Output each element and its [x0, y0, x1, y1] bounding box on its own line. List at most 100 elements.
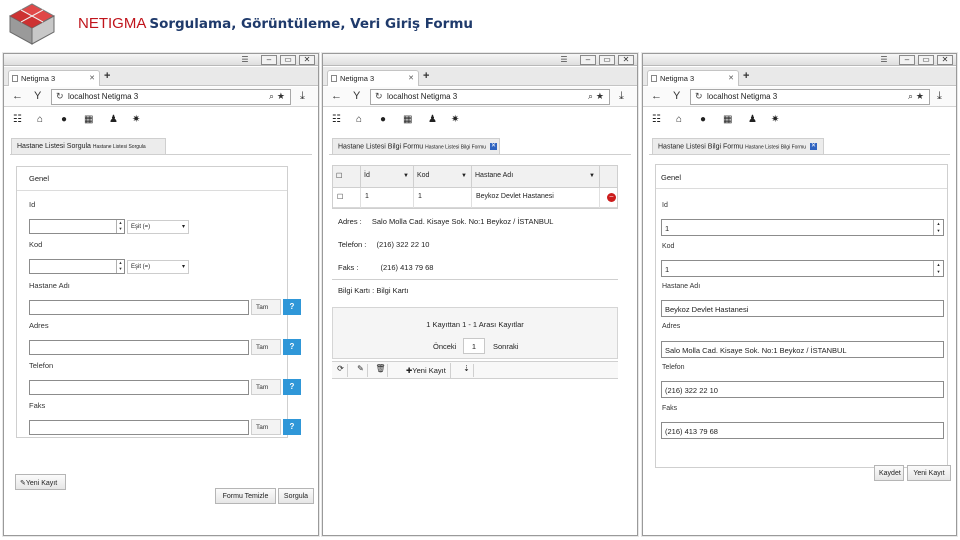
save-button[interactable]: Kaydet — [874, 465, 904, 481]
menu-icon[interactable]: ☰ — [877, 55, 891, 65]
filter-icon[interactable]: Y — [353, 90, 360, 102]
location-pin-icon[interactable]: ● — [700, 114, 706, 125]
new-tab-icon[interactable]: + — [423, 70, 429, 82]
refresh-icon[interactable]: ⟳ — [334, 364, 348, 377]
user-icon[interactable]: ♟ — [109, 114, 118, 125]
delete-icon[interactable]: – — [607, 193, 616, 202]
user-icon[interactable]: ♟ — [748, 114, 757, 125]
calendar-icon[interactable]: ▦ — [403, 114, 412, 125]
tab-form-detail[interactable]: Hastane Listesi Bilgi Formu Hastane List… — [652, 138, 824, 155]
maximize-icon[interactable]: ▭ — [918, 55, 934, 65]
new-record-button[interactable]: ✚Yeni Kayıt — [402, 363, 451, 378]
minimize-icon[interactable]: – — [261, 55, 277, 65]
help-button[interactable]: ? — [283, 299, 301, 315]
id-stepper[interactable]: ▲ ▼ — [933, 220, 943, 235]
adres-field[interactable]: Salo Molla Cad. Kisaye Sok. No:1 Beykoz … — [661, 341, 944, 358]
clear-form-button[interactable]: Formu Temizle — [215, 488, 276, 504]
faks-field[interactable]: (216) 413 79 68 — [661, 422, 944, 439]
new-tab-icon[interactable]: + — [104, 70, 110, 82]
help-button[interactable]: ? — [283, 339, 301, 355]
close-icon[interactable]: ✕ — [618, 55, 634, 65]
back-icon[interactable]: ← — [12, 90, 23, 102]
help-button[interactable]: ? — [283, 419, 301, 435]
select-all-checkbox[interactable]: ☐ — [333, 166, 361, 188]
search-icon[interactable]: ⌕ — [908, 91, 913, 102]
home-icon[interactable]: ⌂ — [37, 114, 43, 125]
download-icon[interactable]: ⤓ — [937, 90, 942, 103]
query-button[interactable]: Sorgula — [278, 488, 314, 504]
bookmark-star-icon[interactable]: ★ — [277, 91, 285, 102]
reload-icon[interactable]: ↻ — [375, 91, 383, 102]
minimize-icon[interactable]: – — [899, 55, 915, 65]
back-icon[interactable]: ← — [651, 90, 662, 102]
kod-field[interactable]: 1 ▲ ▼ — [661, 260, 944, 277]
page-number[interactable]: 1 — [463, 338, 485, 354]
kod-stepper[interactable]: ▲ ▼ — [116, 260, 124, 273]
column-header-kod[interactable]: Kod ▼ — [414, 166, 472, 188]
tab-close-icon[interactable]: ✕ — [89, 74, 95, 82]
filter-icon[interactable]: Y — [673, 90, 680, 102]
sort-icon[interactable]: ▼ — [403, 173, 409, 179]
tab-form-query[interactable]: Hastane Listesi Sorgula Hastane Listesi … — [11, 138, 166, 155]
column-header-hastane-adi[interactable]: Hastane Adı ▼ — [472, 166, 600, 188]
search-icon[interactable]: ⌕ — [269, 91, 274, 102]
gear-icon[interactable]: ✷ — [451, 114, 459, 125]
new-record-button[interactable]: ✎Yeni Kayıt — [15, 474, 66, 490]
search-icon[interactable]: ⌕ — [588, 91, 593, 102]
bilgi-karti-link[interactable]: Bilgi Kartı : Bilgi Kartı — [338, 286, 408, 295]
home-icon[interactable]: ⌂ — [676, 114, 682, 125]
minimize-icon[interactable]: – — [580, 55, 596, 65]
column-header-id[interactable]: İd ▼ — [361, 166, 414, 188]
id-field[interactable]: ▲ ▼ — [29, 219, 125, 234]
match-mode-button[interactable]: Tam — [251, 419, 281, 435]
url-field[interactable]: ↻ localhost Netigma 3 ⌕ ★ — [51, 89, 291, 105]
tab-close-icon[interactable]: ✕ — [408, 74, 414, 82]
back-icon[interactable]: ← — [331, 90, 342, 102]
filter-icon[interactable]: Y — [34, 90, 41, 102]
table-row[interactable]: ☐ 1 1 Beykoz Devlet Hastanesi – — [333, 188, 617, 208]
tab-form-list[interactable]: Hastane Listesi Bilgi Formu Hastane List… — [332, 138, 500, 155]
browser-tab[interactable]: Netigma 3 ✕ — [327, 70, 419, 86]
prev-page-button[interactable]: Önceki — [431, 338, 458, 354]
url-field[interactable]: ↻ localhost Netigma 3 ⌕ ★ — [370, 89, 610, 105]
id-stepper[interactable]: ▲ ▼ — [116, 220, 124, 233]
delete-icon[interactable]: 🗑 — [374, 364, 388, 377]
url-field[interactable]: ↻ localhost Netigma 3 ⌕ ★ — [690, 89, 930, 105]
faks-field[interactable] — [29, 420, 249, 435]
new-tab-icon[interactable]: + — [743, 70, 749, 82]
user-icon[interactable]: ♟ — [428, 114, 437, 125]
location-pin-icon[interactable]: ● — [380, 114, 386, 125]
adres-field[interactable] — [29, 340, 249, 355]
tab-close-icon[interactable]: ✕ — [489, 143, 497, 150]
menu-icon[interactable]: ☰ — [238, 55, 252, 65]
browser-tab[interactable]: Netigma 3 ✕ — [8, 70, 100, 86]
gear-icon[interactable]: ✷ — [771, 114, 779, 125]
match-mode-button[interactable]: Tam — [251, 339, 281, 355]
download-icon[interactable]: ⤓ — [619, 90, 624, 103]
next-page-button[interactable]: Sonraki — [491, 338, 520, 354]
bookmark-star-icon[interactable]: ★ — [916, 91, 924, 102]
telefon-field[interactable]: (216) 322 22 10 — [661, 381, 944, 398]
tab-close-icon[interactable]: ✕ — [728, 74, 734, 82]
row-checkbox[interactable]: ☐ — [333, 188, 361, 208]
kod-stepper[interactable]: ▲ ▼ — [933, 261, 943, 276]
edit-icon[interactable]: ✎ — [354, 364, 368, 377]
browser-tab[interactable]: Netigma 3 ✕ — [647, 70, 739, 86]
telefon-field[interactable] — [29, 380, 249, 395]
help-button[interactable]: ? — [283, 379, 301, 395]
location-pin-icon[interactable]: ● — [61, 114, 67, 125]
menu-icon[interactable]: ☷ — [652, 114, 661, 125]
menu-icon[interactable]: ☷ — [13, 114, 22, 125]
calendar-icon[interactable]: ▦ — [84, 114, 93, 125]
kod-field[interactable]: ▲ ▼ — [29, 259, 125, 274]
export-icon[interactable]: ⇣ — [460, 364, 474, 377]
kod-operator-select[interactable]: Eşit (=) ▾ — [127, 260, 189, 274]
new-record-button[interactable]: Yeni Kayıt — [907, 465, 951, 481]
reload-icon[interactable]: ↻ — [56, 91, 64, 102]
menu-icon[interactable]: ☷ — [332, 114, 341, 125]
close-icon[interactable]: ✕ — [937, 55, 953, 65]
sort-icon[interactable]: ▼ — [589, 173, 595, 179]
home-icon[interactable]: ⌂ — [356, 114, 362, 125]
download-icon[interactable]: ⤓ — [300, 90, 305, 103]
tab-close-icon[interactable]: ✕ — [809, 143, 817, 150]
